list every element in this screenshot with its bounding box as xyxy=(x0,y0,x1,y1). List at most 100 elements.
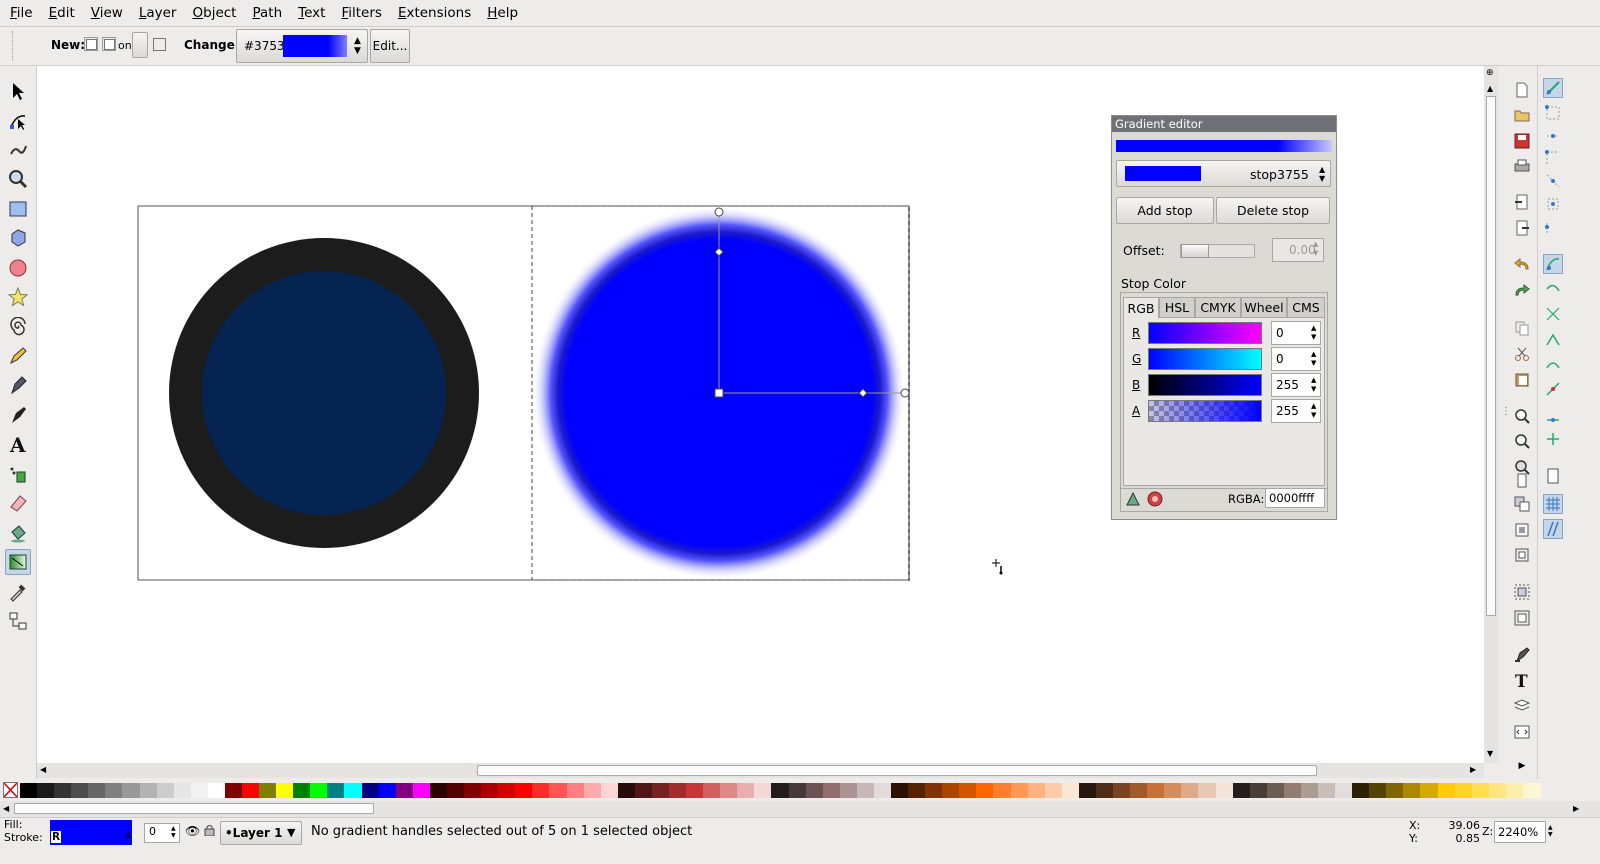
channel-g-spin-arrows[interactable]: ▲ ▼ xyxy=(1311,350,1316,368)
palette-swatch[interactable] xyxy=(1232,783,1251,798)
palette-swatch[interactable] xyxy=(805,783,824,798)
scroll-right-arrow[interactable]: ▶ xyxy=(1470,765,1476,774)
palette-swatch[interactable] xyxy=(242,783,261,798)
snap-object-midpoint-icon[interactable] xyxy=(1543,404,1563,424)
duplicate-icon[interactable] xyxy=(1512,494,1532,514)
zoom-width-icon[interactable] xyxy=(1512,471,1532,491)
palette-swatch[interactable] xyxy=(720,783,739,798)
snap-midpoint-icon[interactable] xyxy=(1543,379,1563,399)
new-radial-button[interactable] xyxy=(102,37,116,51)
palette-swatch[interactable] xyxy=(1113,783,1132,798)
tab-hsl[interactable]: HSL xyxy=(1159,297,1195,318)
palette-swatch[interactable] xyxy=(1061,783,1080,798)
palette-swatch[interactable] xyxy=(464,783,483,798)
palette-swatch[interactable] xyxy=(1044,783,1063,798)
dropper-tool[interactable] xyxy=(5,579,31,605)
snap-bbox-midpoint-icon[interactable] xyxy=(1543,171,1563,191)
palette-swatch[interactable] xyxy=(908,783,927,798)
layer-selector[interactable]: •Layer 1 ▼ xyxy=(220,821,302,845)
canvas-horizontal-scrollbar[interactable]: ◀ ▶ xyxy=(37,763,1484,778)
layer-lock-icon[interactable] xyxy=(204,824,215,840)
menu-help[interactable]: Help xyxy=(477,5,524,21)
channel-r-slider[interactable] xyxy=(1148,322,1262,344)
palette-swatch[interactable] xyxy=(498,783,517,798)
spiral-tool[interactable] xyxy=(5,314,31,340)
palette-swatch[interactable] xyxy=(617,783,636,798)
palette-swatch[interactable] xyxy=(1403,783,1422,798)
palette-swatch[interactable] xyxy=(771,783,790,798)
channel-b-spin-arrows[interactable]: ▲ ▼ xyxy=(1311,376,1316,394)
rgba-input[interactable]: 0000ffff xyxy=(1265,488,1325,508)
ellipse-tool[interactable] xyxy=(5,255,31,281)
no-paint-swatch[interactable] xyxy=(3,782,18,798)
palette-swatch[interactable] xyxy=(1437,783,1456,798)
zoom-selection-icon[interactable] xyxy=(1512,406,1532,426)
palette-swatch[interactable] xyxy=(1266,783,1285,798)
stroke-indicator[interactable]: R xyxy=(50,831,132,845)
palette-swatch[interactable] xyxy=(1198,783,1217,798)
palette-swatch[interactable] xyxy=(1386,783,1405,798)
new-linear-button[interactable] xyxy=(84,37,98,51)
offset-spin-arrows[interactable]: ▲ ▼ xyxy=(1313,240,1318,258)
palette-scroll-right-arrow[interactable]: ▶ xyxy=(1573,804,1579,813)
palette-swatch[interactable] xyxy=(651,783,670,798)
spray-tool[interactable] xyxy=(5,461,31,487)
palette-swatch[interactable] xyxy=(925,783,944,798)
on-fill-button[interactable] xyxy=(132,32,148,58)
palette-swatch[interactable] xyxy=(1317,783,1336,798)
palette-swatch[interactable] xyxy=(873,783,892,798)
redo-icon[interactable] xyxy=(1512,281,1532,301)
channel-a-spin-arrows[interactable]: ▲ ▼ xyxy=(1311,402,1316,420)
palette-swatch[interactable] xyxy=(207,783,226,798)
delete-stop-button[interactable]: Delete stop xyxy=(1216,197,1330,224)
tab-wheel[interactable]: Wheel xyxy=(1241,297,1287,318)
palette-swatch[interactable] xyxy=(139,783,158,798)
menu-extensions[interactable]: Extensions xyxy=(388,5,477,21)
zoom-tool[interactable] xyxy=(5,166,31,192)
tweak-tool[interactable] xyxy=(5,137,31,163)
unlink-clone-icon[interactable] xyxy=(1512,545,1532,565)
text-tool[interactable]: A xyxy=(5,431,31,457)
snap-bbox-corner-icon[interactable] xyxy=(1543,148,1563,168)
zoom-corner-icon[interactable]: ⊕ xyxy=(1486,68,1494,78)
menu-text[interactable]: Text xyxy=(288,5,331,21)
palette-swatch[interactable] xyxy=(1369,783,1388,798)
print-icon[interactable] xyxy=(1512,156,1532,176)
scroll-up-arrow[interactable]: ▲ xyxy=(1487,84,1493,93)
star-tool[interactable] xyxy=(5,284,31,310)
palette-swatch[interactable] xyxy=(481,783,500,798)
palette-swatch[interactable] xyxy=(1420,783,1439,798)
paste-icon[interactable] xyxy=(1512,369,1532,389)
palette-swatch[interactable] xyxy=(412,783,431,798)
palette-swatch[interactable] xyxy=(293,783,312,798)
paint-bucket-tool[interactable] xyxy=(5,520,31,546)
palette-swatch[interactable] xyxy=(1335,783,1354,798)
snap-grid-icon[interactable] xyxy=(1543,494,1563,514)
on-stroke-button[interactable] xyxy=(153,38,166,51)
channel-r-spin-arrows[interactable]: ▲ ▼ xyxy=(1311,324,1316,342)
snap-page-border-icon[interactable] xyxy=(1543,466,1563,486)
palette-swatch[interactable] xyxy=(634,783,653,798)
palette-swatch[interactable] xyxy=(105,783,124,798)
save-icon[interactable] xyxy=(1512,131,1532,151)
zoom-drawing-icon[interactable] xyxy=(1512,431,1532,451)
palette-swatch[interactable] xyxy=(276,783,295,798)
zoom-spin-arrows[interactable]: ▲ ▼ xyxy=(1548,824,1553,838)
palette-swatch[interactable] xyxy=(224,783,243,798)
palette-swatch[interactable] xyxy=(549,783,568,798)
palette-swatch[interactable] xyxy=(361,783,380,798)
text-font-icon[interactable]: T xyxy=(1512,670,1532,690)
palette-swatch[interactable] xyxy=(1505,783,1524,798)
left-circle-inner[interactable] xyxy=(202,271,446,515)
palette-swatch[interactable] xyxy=(88,783,107,798)
palette-swatch[interactable] xyxy=(532,783,551,798)
ungroup-icon[interactable] xyxy=(1512,608,1532,628)
gradient-tool[interactable] xyxy=(5,549,31,575)
tab-cms[interactable]: CMS xyxy=(1287,297,1325,318)
snap-paths-icon[interactable] xyxy=(1543,279,1563,299)
palette-swatch[interactable] xyxy=(429,783,448,798)
3d-box-tool[interactable] xyxy=(5,225,31,251)
menu-file[interactable]: File xyxy=(0,5,39,21)
palette-swatch[interactable] xyxy=(788,783,807,798)
menu-filters[interactable]: Filters xyxy=(331,5,387,21)
